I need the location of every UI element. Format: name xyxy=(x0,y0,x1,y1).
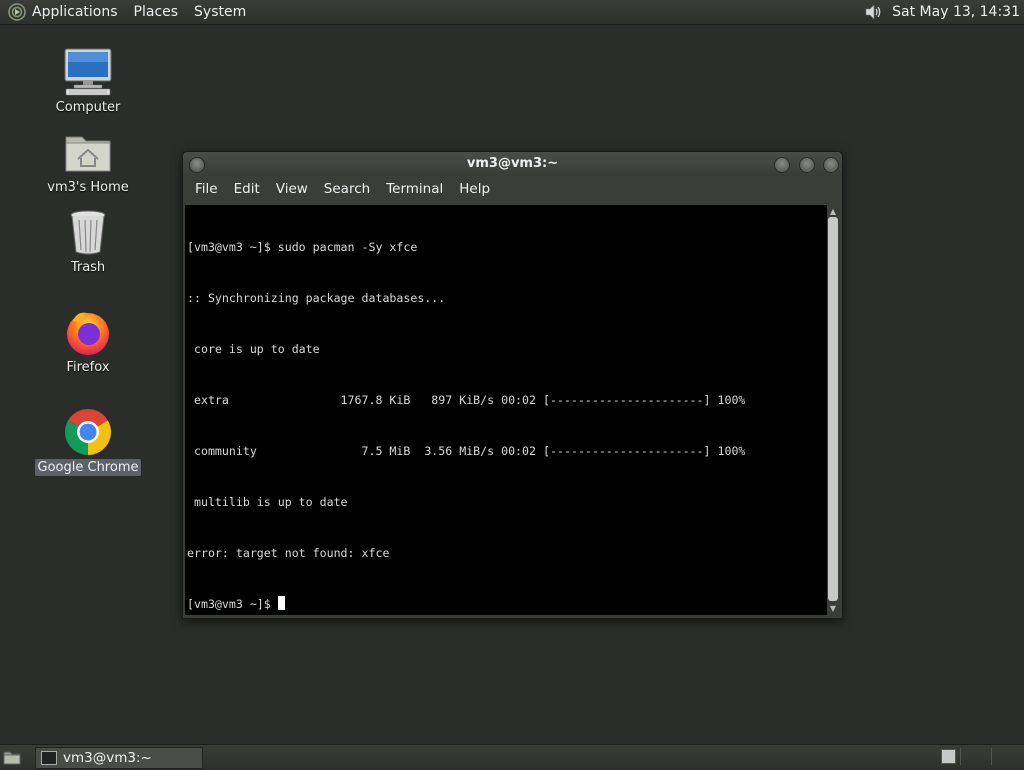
clock[interactable]: Sat May 13, 14:31 xyxy=(892,4,1020,20)
menu-search[interactable]: Search xyxy=(316,181,378,197)
top-panel: Applications Places System Sat May 13, 1… xyxy=(0,0,1024,25)
taskbar-button-label: vm3@vm3:~ xyxy=(63,750,152,766)
desktop-icon-label: Google Chrome xyxy=(34,459,142,476)
scroll-up-arrow-icon[interactable]: ▲ xyxy=(828,206,838,216)
scroll-down-arrow-icon[interactable]: ▼ xyxy=(828,603,838,613)
close-button[interactable] xyxy=(823,157,839,173)
firefox-icon xyxy=(61,305,115,359)
terminal-line: core is up to date xyxy=(187,342,320,356)
scrollbar-thumb[interactable] xyxy=(828,217,838,601)
menu-terminal[interactable]: Terminal xyxy=(378,181,451,197)
system-menu[interactable]: System xyxy=(186,4,254,20)
terminal-line: error: target not found: xfce xyxy=(187,546,390,560)
bottom-panel: vm3@vm3:~ xyxy=(0,744,1024,769)
terminal-scrollbar[interactable]: ▲ ▼ xyxy=(827,205,839,615)
applications-menu[interactable]: Applications xyxy=(28,4,126,20)
system-tray: Sat May 13, 14:31 xyxy=(862,0,1024,24)
terminal-prompt-line: [vm3@vm3 ~]$ xyxy=(187,596,827,613)
computer-icon xyxy=(61,45,115,99)
desktop-icon-label: Firefox xyxy=(66,360,110,375)
terminal-line: community 7.5 MiB 3.56 MiB/s 00:02 [----… xyxy=(187,444,746,458)
desktop-icon-home[interactable]: vm3's Home xyxy=(33,125,143,196)
terminal-window[interactable]: vm3@vm3:~ File Edit View Search Terminal… xyxy=(182,151,843,619)
menu-edit[interactable]: Edit xyxy=(226,181,268,197)
workspace-1[interactable] xyxy=(941,749,956,764)
desktop-icon-chrome[interactable]: Google Chrome xyxy=(33,405,143,476)
terminal-line: extra 1767.8 KiB 897 KiB/s 00:02 [------… xyxy=(187,393,746,407)
window-menubar: File Edit View Search Terminal Help xyxy=(183,176,842,202)
terminal-line: multilib is up to date xyxy=(187,495,348,509)
home-folder-icon xyxy=(61,125,115,179)
menu-file[interactable]: File xyxy=(187,181,226,197)
menu-help[interactable]: Help xyxy=(451,181,498,197)
window-titlebar[interactable]: vm3@vm3:~ xyxy=(183,152,842,176)
menu-view[interactable]: View xyxy=(268,181,316,197)
desktop-icon-trash[interactable]: Trash xyxy=(33,205,143,276)
terminal-output[interactable]: [vm3@vm3 ~]$ sudo pacman -Sy xfce :: Syn… xyxy=(185,205,827,615)
minimize-button[interactable] xyxy=(774,157,790,173)
volume-icon[interactable] xyxy=(862,1,884,23)
terminal-line: :: Synchronizing package databases... xyxy=(187,291,446,305)
maximize-button[interactable] xyxy=(799,157,815,173)
desktop-icon-label: Computer xyxy=(55,100,121,115)
chrome-icon xyxy=(61,405,115,459)
trash-icon xyxy=(61,205,115,259)
workspace-switcher[interactable] xyxy=(960,748,1023,765)
show-desktop-icon[interactable] xyxy=(3,748,21,766)
terminal-prompt: [vm3@vm3 ~]$ xyxy=(187,597,278,611)
desktop-icon-label: vm3's Home xyxy=(47,180,129,195)
main-menu-logo-icon[interactable] xyxy=(6,1,28,23)
desktop-icon-label: Trash xyxy=(70,260,106,275)
desktop-icon-computer[interactable]: Computer xyxy=(33,45,143,116)
taskbar-button-terminal[interactable]: vm3@vm3:~ xyxy=(35,747,203,769)
terminal-icon xyxy=(41,751,57,765)
terminal-cursor xyxy=(277,596,285,610)
desktop-icon-firefox[interactable]: Firefox xyxy=(33,305,143,376)
window-title: vm3@vm3:~ xyxy=(466,156,559,171)
places-menu[interactable]: Places xyxy=(126,4,187,20)
terminal-line: [vm3@vm3 ~]$ sudo pacman -Sy xfce xyxy=(187,240,418,254)
